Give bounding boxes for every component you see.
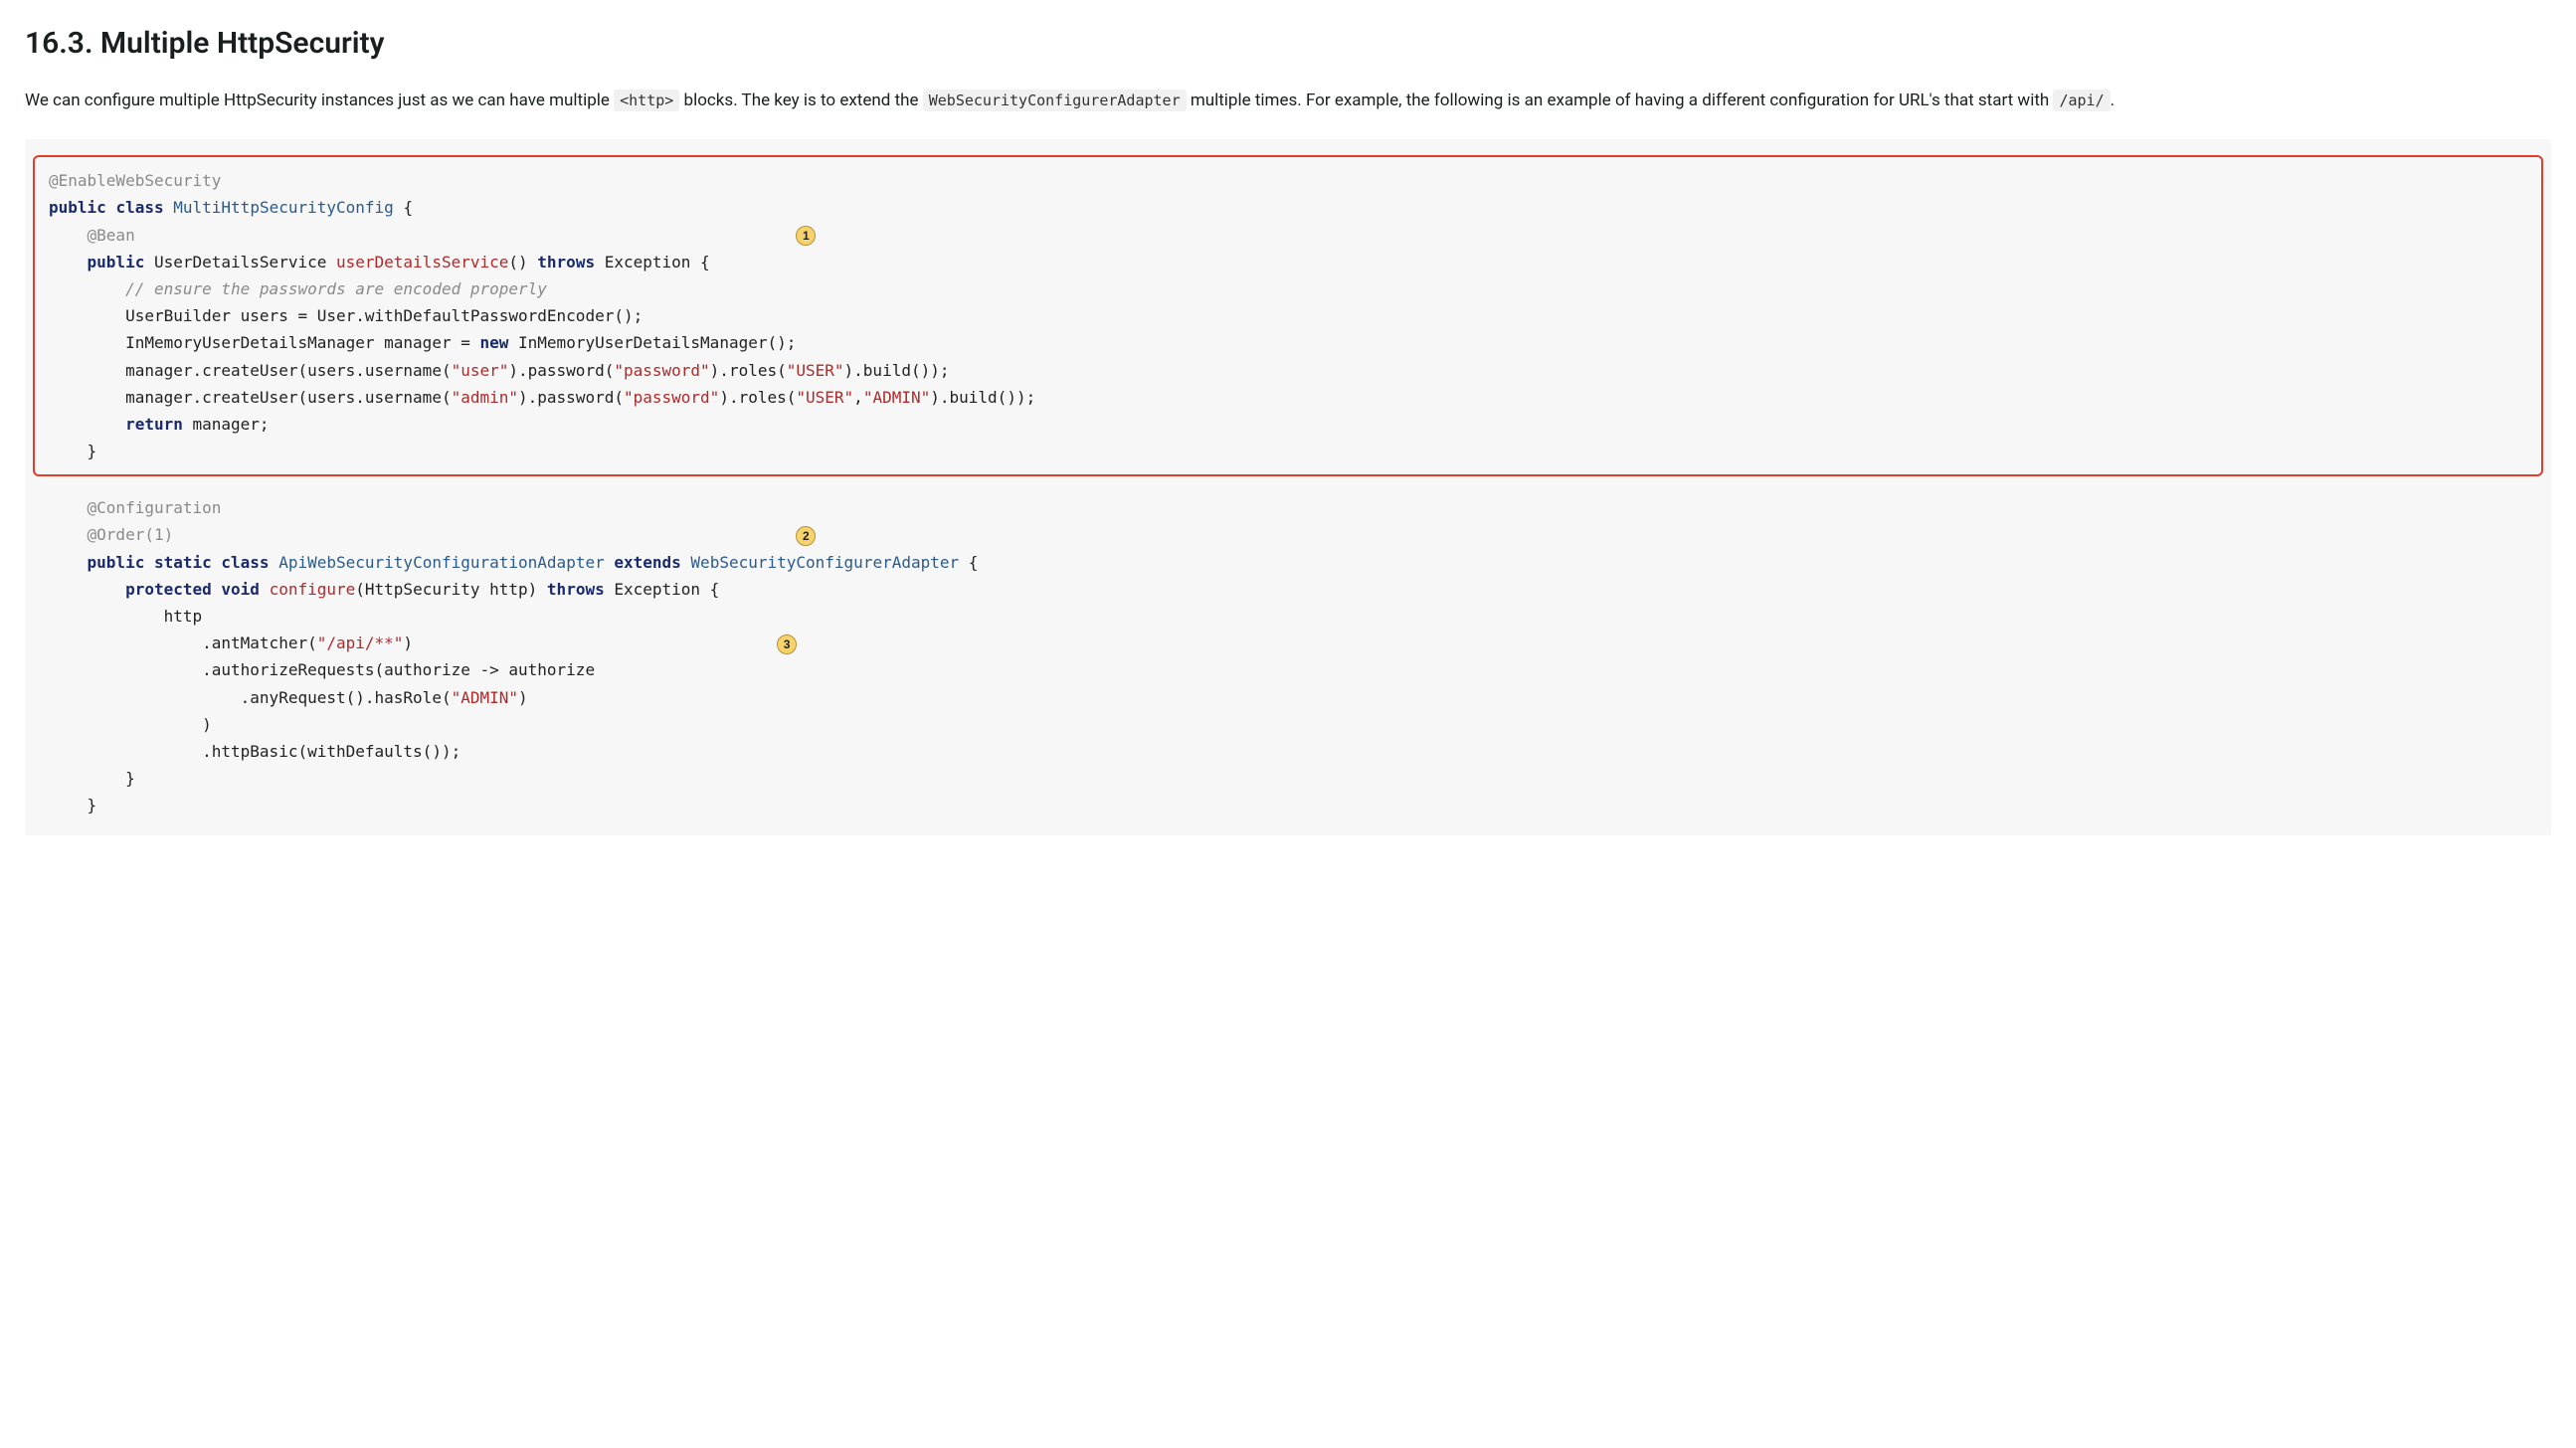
code-token: ApiWebSecurityConfigurationAdapter xyxy=(278,553,605,572)
code-token: "admin" xyxy=(452,388,518,407)
code-token: // ensure the passwords are encoded prop… xyxy=(49,279,547,298)
code-token: .httpBasic(withDefaults()); xyxy=(49,742,460,761)
code-token: ).build()); xyxy=(930,388,1035,407)
code-token: .authorizeRequests(authorize -> authoriz… xyxy=(49,660,595,679)
code-token: } xyxy=(49,442,96,460)
code-token: } xyxy=(49,796,96,814)
inline-code-api: /api/ xyxy=(2053,90,2110,111)
code-token: class xyxy=(115,198,163,217)
code-token: class xyxy=(212,553,278,572)
intro-paragraph: We can configure multiple HttpSecurity i… xyxy=(25,88,2551,114)
code-token: () xyxy=(508,253,537,272)
code-token: void xyxy=(212,580,270,599)
code-token: "ADMIN" xyxy=(863,388,930,407)
callout-3: 3 xyxy=(777,634,797,654)
code-token: manager.createUser(users.username( xyxy=(49,361,452,380)
code-token: "USER" xyxy=(796,388,853,407)
code-token: ) xyxy=(518,688,528,707)
code-token: "password" xyxy=(624,388,719,407)
code-token: public xyxy=(49,553,144,572)
code-token: @EnableWebSecurity xyxy=(49,171,221,190)
callout-2: 2 xyxy=(796,526,816,546)
code-token: configure xyxy=(270,580,356,599)
code-token: "user" xyxy=(452,361,509,380)
code-token: WebSecurityConfigurerAdapter xyxy=(690,553,959,572)
code-token: } xyxy=(49,769,135,788)
code-token: MultiHttpSecurityConfig xyxy=(173,198,394,217)
code-token: { xyxy=(394,198,413,217)
code-token: ).build()); xyxy=(844,361,950,380)
code-token: Exception { xyxy=(595,253,710,272)
intro-text: blocks. The key is to extend the xyxy=(679,90,922,110)
code-token: ).roles( xyxy=(710,361,787,380)
code-token: { xyxy=(959,553,978,572)
code-token: new xyxy=(479,333,508,352)
code-token: @Order(1) xyxy=(49,525,173,544)
code-token: , xyxy=(853,388,863,407)
code-token: extends xyxy=(605,553,691,572)
code-token: Exception { xyxy=(605,580,720,599)
code-token: ).roles( xyxy=(719,388,796,407)
code-token: static xyxy=(144,553,211,572)
code-token: @Configuration xyxy=(49,498,221,517)
code-token: manager; xyxy=(183,415,270,434)
code-token: UserDetailsService xyxy=(144,253,336,272)
code-token: InMemoryUserDetailsManager(); xyxy=(508,333,796,352)
code-token: manager.createUser(users.username( xyxy=(49,388,452,407)
code-token: public xyxy=(49,198,106,217)
code-token: .anyRequest().hasRole( xyxy=(49,688,452,707)
code-token: ).password( xyxy=(508,361,614,380)
inline-code-adapter: WebSecurityConfigurerAdapter xyxy=(923,90,1187,111)
intro-text: . xyxy=(2111,90,2115,110)
highlighted-region: @EnableWebSecurity public class MultiHtt… xyxy=(33,155,2543,476)
code-token: ) xyxy=(403,634,413,652)
code-token: http xyxy=(49,607,202,626)
code-token: .antMatcher( xyxy=(49,634,317,652)
code-listing: @EnableWebSecurity public class MultiHtt… xyxy=(25,139,2551,834)
code-token: "USER" xyxy=(787,361,844,380)
code-token: UserBuilder users = User.withDefaultPass… xyxy=(49,306,643,325)
code-token: ).password( xyxy=(518,388,624,407)
code-rest: @Configuration @Order(1) 2 public static… xyxy=(25,476,2551,818)
code-token: throws xyxy=(547,580,605,599)
code-token: "password" xyxy=(614,361,709,380)
intro-text: We can configure multiple HttpSecurity i… xyxy=(25,90,614,110)
code-token: @Bean xyxy=(49,226,135,245)
code-token: InMemoryUserDetailsManager manager = xyxy=(49,333,479,352)
code-token: return xyxy=(49,415,183,434)
code-token: ) xyxy=(49,715,212,734)
code-token: userDetailsService xyxy=(336,253,508,272)
code-pre: @Configuration @Order(1) 2 public static… xyxy=(49,494,2551,818)
code-token: protected xyxy=(49,580,212,599)
code-token: "ADMIN" xyxy=(452,688,518,707)
code-token: public xyxy=(49,253,144,272)
code-pre: @EnableWebSecurity public class MultiHtt… xyxy=(49,167,2541,464)
code-token: "/api/**" xyxy=(317,634,404,652)
callout-1: 1 xyxy=(796,226,816,246)
inline-code-http: <http> xyxy=(614,90,679,111)
code-token: throws xyxy=(537,253,595,272)
section-heading: 16.3. Multiple HttpSecurity xyxy=(25,20,2551,68)
intro-text: multiple times. For example, the followi… xyxy=(1187,90,2054,110)
code-token: (HttpSecurity http) xyxy=(355,580,547,599)
